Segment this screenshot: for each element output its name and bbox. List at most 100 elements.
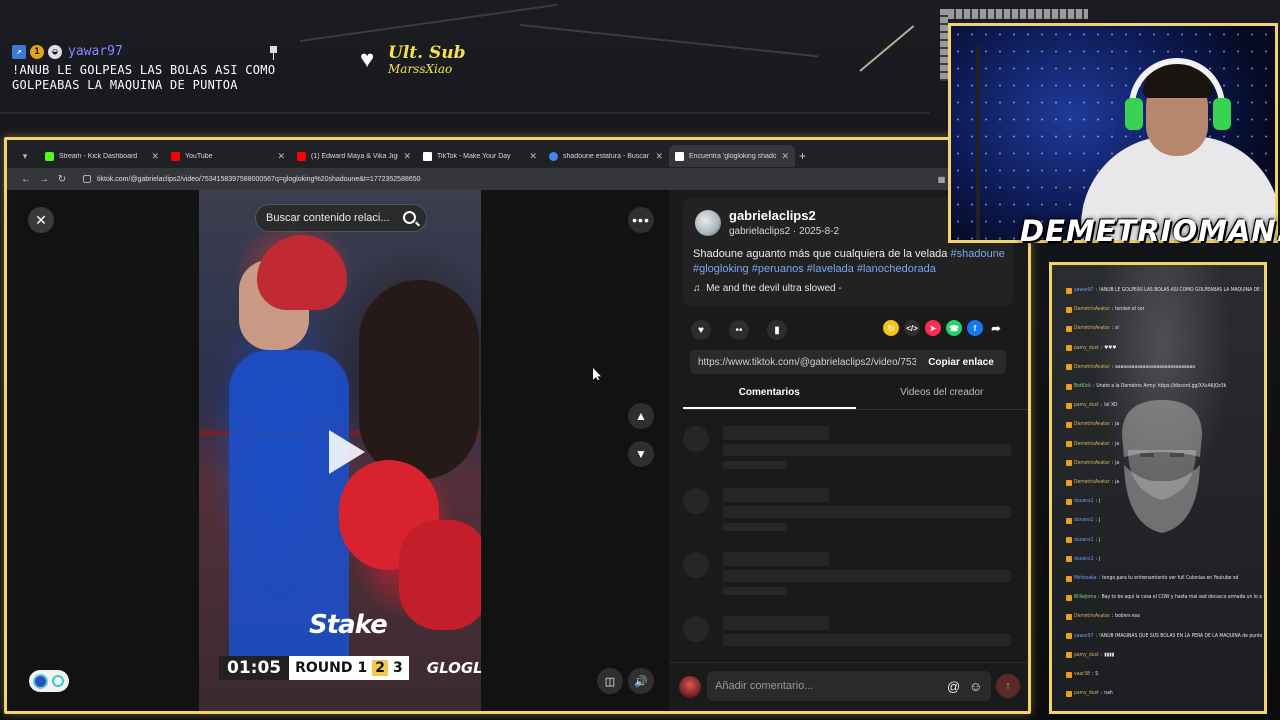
chat-username[interactable]: BotKick	[1074, 377, 1091, 396]
chat-text: S	[1095, 671, 1099, 678]
repost-icon[interactable]: ↻	[883, 320, 899, 336]
close-video-button[interactable]: ✕	[28, 207, 54, 233]
post-comment-button[interactable]: ↑	[996, 674, 1020, 698]
chat-username[interactable]: DemetrioAvatar	[1074, 473, 1110, 492]
chat-username[interactable]: DemetrioAvatar	[1074, 319, 1110, 338]
copy-link-button[interactable]: Copiar enlace	[916, 357, 1006, 368]
hashtag-link[interactable]: #peruanos	[752, 263, 804, 275]
chat-separator: :	[1100, 402, 1103, 409]
chat-username[interactable]: yawar97	[1074, 627, 1093, 646]
chat-username[interactable]: DemetrioAvatar	[1074, 435, 1110, 454]
new-tab-icon[interactable]: +	[799, 149, 806, 163]
back-icon[interactable]: ←	[17, 174, 35, 185]
browser-tab-youtube[interactable]: YouTube ✕	[165, 145, 291, 167]
close-icon[interactable]: ✕	[529, 151, 537, 162]
bookmark-icon[interactable]: ▮	[767, 320, 787, 340]
browser-tab-tiktok[interactable]: TikTok - Make Your Day ✕	[417, 145, 543, 167]
whatsapp-icon[interactable]: ☎	[946, 320, 962, 336]
mention-icon[interactable]: @	[947, 679, 960, 694]
chat-message: DemetrioAvatar: bobnrs esa	[1066, 607, 1262, 626]
emoji-icon[interactable]: ☺	[969, 679, 982, 694]
chat-username[interactable]: duvanx1	[1074, 550, 1094, 569]
chat-username[interactable]: DemetrioAvatar	[1074, 300, 1110, 319]
chat-text: j	[1099, 498, 1101, 505]
tab-search-icon[interactable]: ▾	[17, 148, 33, 164]
moderator-badge-icon: ↗	[12, 44, 26, 59]
tab-creator-videos[interactable]: Videos del creador	[856, 382, 1029, 409]
share-arrow-icon[interactable]: ➦	[988, 320, 1004, 336]
facebook-icon[interactable]: f	[967, 320, 983, 336]
chat-username[interactable]: vaar38	[1074, 665, 1090, 684]
hashtag-link[interactable]: #lanochedorada	[857, 263, 936, 275]
browser-tab-active[interactable]: Encuentra 'glogloking shadoune' ✕	[669, 145, 795, 167]
chat-username[interactable]: Mirkosaka	[1074, 569, 1097, 588]
search-icon[interactable]	[403, 211, 416, 224]
boxer-dark-hair	[359, 280, 479, 480]
forward-icon[interactable]: →	[35, 174, 53, 185]
alert-message: !ANUB LE GOLPEAS LAS BOLAS ASI COMO GOLP…	[12, 63, 276, 92]
chat-username[interactable]: duvanx1	[1074, 511, 1094, 530]
chain-decoration	[940, 9, 1088, 19]
round-indicator: ROUND 1 2 3	[289, 656, 409, 680]
chat-separator: :	[1098, 594, 1100, 601]
chat-username[interactable]: pamy_dust	[1074, 684, 1099, 703]
tab-comments[interactable]: Comentarios	[683, 382, 856, 409]
chat-username[interactable]: pamy_dust	[1074, 339, 1099, 358]
chat-username[interactable]: duvanx1	[1074, 492, 1094, 511]
embed-code-icon[interactable]: </>	[904, 320, 920, 336]
browser-tab-kick[interactable]: Stream - Kick Dashboard ✕	[39, 145, 165, 167]
close-icon[interactable]: ✕	[403, 151, 411, 162]
alert-username: yawar97	[68, 44, 123, 59]
chat-text: tengo para tu entrenamiento ver full Col…	[1102, 575, 1239, 582]
microphone-stand	[976, 46, 980, 240]
chat-username[interactable]: DemetrioAvatar	[1074, 454, 1110, 473]
autoscroll-toggle[interactable]	[29, 670, 69, 692]
chat-message: pamy_dust: ♥♥♥	[1066, 339, 1262, 358]
next-video-button[interactable]: ▼	[628, 441, 654, 467]
chat-username[interactable]: DemetrioAvatar	[1074, 607, 1110, 626]
comment-input[interactable]: Añadir comentario... @ ☺	[707, 671, 991, 701]
close-icon[interactable]: ✕	[277, 151, 285, 162]
send-icon[interactable]: ➤	[925, 320, 941, 336]
close-icon[interactable]: ✕	[655, 151, 663, 162]
previous-video-button[interactable]: ▲	[628, 403, 654, 429]
author-name[interactable]: gabrielaclips2	[729, 208, 816, 223]
chat-username[interactable]: pamy_dust	[1074, 396, 1099, 415]
round-3: 3	[393, 660, 403, 676]
close-icon[interactable]: ✕	[151, 151, 159, 162]
chat-message: DemetrioAvatar: ja	[1066, 473, 1262, 492]
chat-username[interactable]: yawar97	[1074, 281, 1093, 300]
more-options-button[interactable]: •••	[628, 207, 654, 233]
related-search-input[interactable]: Buscar contenido relaci...	[255, 204, 427, 232]
chat-username[interactable]: duvanx1	[1074, 531, 1094, 550]
browser-tab-edward-maya[interactable]: (1) Edward Maya & Vika Jigulina ✕	[291, 145, 417, 167]
play-icon[interactable]	[329, 430, 365, 474]
mouse-cursor-icon	[593, 368, 601, 380]
site-info-icon[interactable]	[83, 175, 91, 183]
chat-badge-icon	[1066, 652, 1072, 659]
address-bar[interactable]: tiktok.com/@gabrielaclips2/video/7534158…	[77, 171, 933, 187]
close-icon[interactable]: ✕	[781, 151, 789, 162]
post-date: 2025-8-2	[799, 226, 840, 237]
music-link[interactable]: ♫ Me and the devil ultra slowed -	[693, 283, 842, 294]
panel-tabs: Comentarios Videos del creador	[683, 382, 1028, 410]
hashtag-link[interactable]: #shadoune	[950, 248, 1004, 260]
chat-username[interactable]: BillieJoma	[1074, 588, 1096, 607]
floating-player-button[interactable]: ◫	[597, 668, 623, 694]
like-heart-icon[interactable]: ♥	[691, 320, 711, 340]
video-player[interactable]: Stake 01:05 ROUND 1 2 3 GLOGLOKING	[199, 190, 481, 711]
reload-icon[interactable]: ↻	[53, 174, 71, 185]
volume-button[interactable]: 🔊	[628, 668, 654, 694]
chat-username[interactable]: DemetrioAvatar	[1074, 415, 1110, 434]
tiktok-favicon-icon	[675, 151, 684, 161]
hashtag-link[interactable]: #lavelada	[807, 263, 854, 275]
chat-text: ja	[1115, 459, 1120, 466]
video-link[interactable]: https://www.tiktok.com/@gabrielaclips2/v…	[698, 357, 916, 368]
comment-bubble-icon[interactable]: ••	[729, 320, 749, 340]
chat-username[interactable]: pamy_dust	[1074, 646, 1099, 665]
tab-label: YouTube	[185, 152, 213, 160]
browser-tab-google[interactable]: shadoune estatura - Buscar con G ✕	[543, 145, 669, 167]
author-avatar[interactable]	[695, 210, 721, 236]
hashtag-link[interactable]: #glogloking	[693, 263, 749, 275]
chat-username[interactable]: DemetrioAvatar	[1074, 358, 1110, 377]
